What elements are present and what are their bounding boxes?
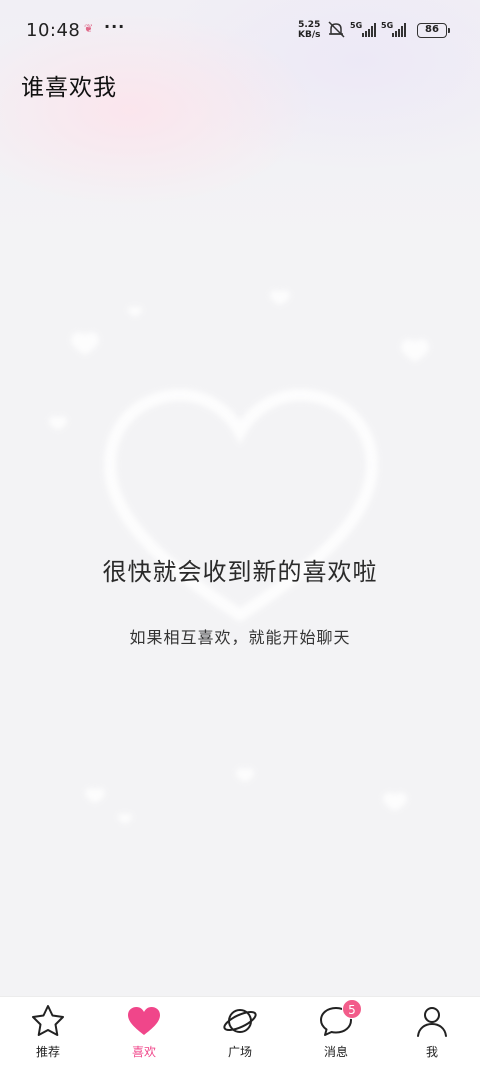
nav-item-recommend[interactable]: 推荐 bbox=[0, 997, 96, 1066]
nav-label-recommend: 推荐 bbox=[35, 1045, 60, 1059]
nav-label-square: 广场 bbox=[227, 1045, 252, 1059]
heart-icon bbox=[128, 1007, 160, 1035]
screen: 10:48 ❦ ··· 5.25 KB/s 5G 5G 86 谁喜欢我 很快就会… bbox=[0, 0, 480, 1066]
planet-icon bbox=[223, 1009, 257, 1033]
person-icon bbox=[417, 1007, 447, 1037]
status-bar: 10:48 ❦ ··· 5.25 KB/s 5G 5G 86 bbox=[0, 0, 480, 62]
battery-indicator: 86 bbox=[417, 23, 450, 38]
nav-label-likes: 喜欢 bbox=[131, 1045, 156, 1059]
network-label-1: 5G bbox=[350, 21, 362, 30]
notification-icon: ❦ bbox=[84, 22, 94, 35]
empty-state-title: 很快就会收到新的喜欢啦 bbox=[102, 558, 378, 586]
empty-state-subtitle: 如果相互喜欢，就能开始聊天 bbox=[129, 628, 351, 647]
heart-illustration-icon bbox=[49, 290, 429, 824]
nav-item-likes[interactable]: 喜欢 bbox=[96, 997, 192, 1066]
nav-label-me: 我 bbox=[425, 1045, 438, 1059]
network-speed-value: 5.25 bbox=[298, 20, 321, 30]
network-speed: 5.25 KB/s bbox=[298, 20, 320, 40]
unread-badge: 5 bbox=[342, 999, 362, 1019]
bottom-nav: 推荐 喜欢 广场 5 消息 我 bbox=[0, 996, 480, 1066]
page-title: 谁喜欢我 bbox=[21, 75, 117, 101]
signal-icons: 5G 5G bbox=[328, 21, 406, 38]
signal-bars-1-icon bbox=[362, 23, 376, 37]
network-label-2: 5G bbox=[381, 21, 393, 30]
network-speed-unit: KB/s bbox=[298, 30, 321, 40]
more-notifications-icon: ··· bbox=[104, 17, 126, 36]
signal-bars-2-icon bbox=[392, 23, 406, 37]
nav-item-messages[interactable]: 5 消息 bbox=[288, 997, 384, 1066]
mute-icon bbox=[328, 21, 345, 38]
nav-label-messages: 消息 bbox=[323, 1045, 348, 1059]
status-time: 10:48 bbox=[26, 20, 81, 41]
star-icon bbox=[32, 1005, 64, 1036]
nav-item-square[interactable]: 广场 bbox=[192, 997, 288, 1066]
nav-item-me[interactable]: 我 bbox=[384, 997, 480, 1066]
